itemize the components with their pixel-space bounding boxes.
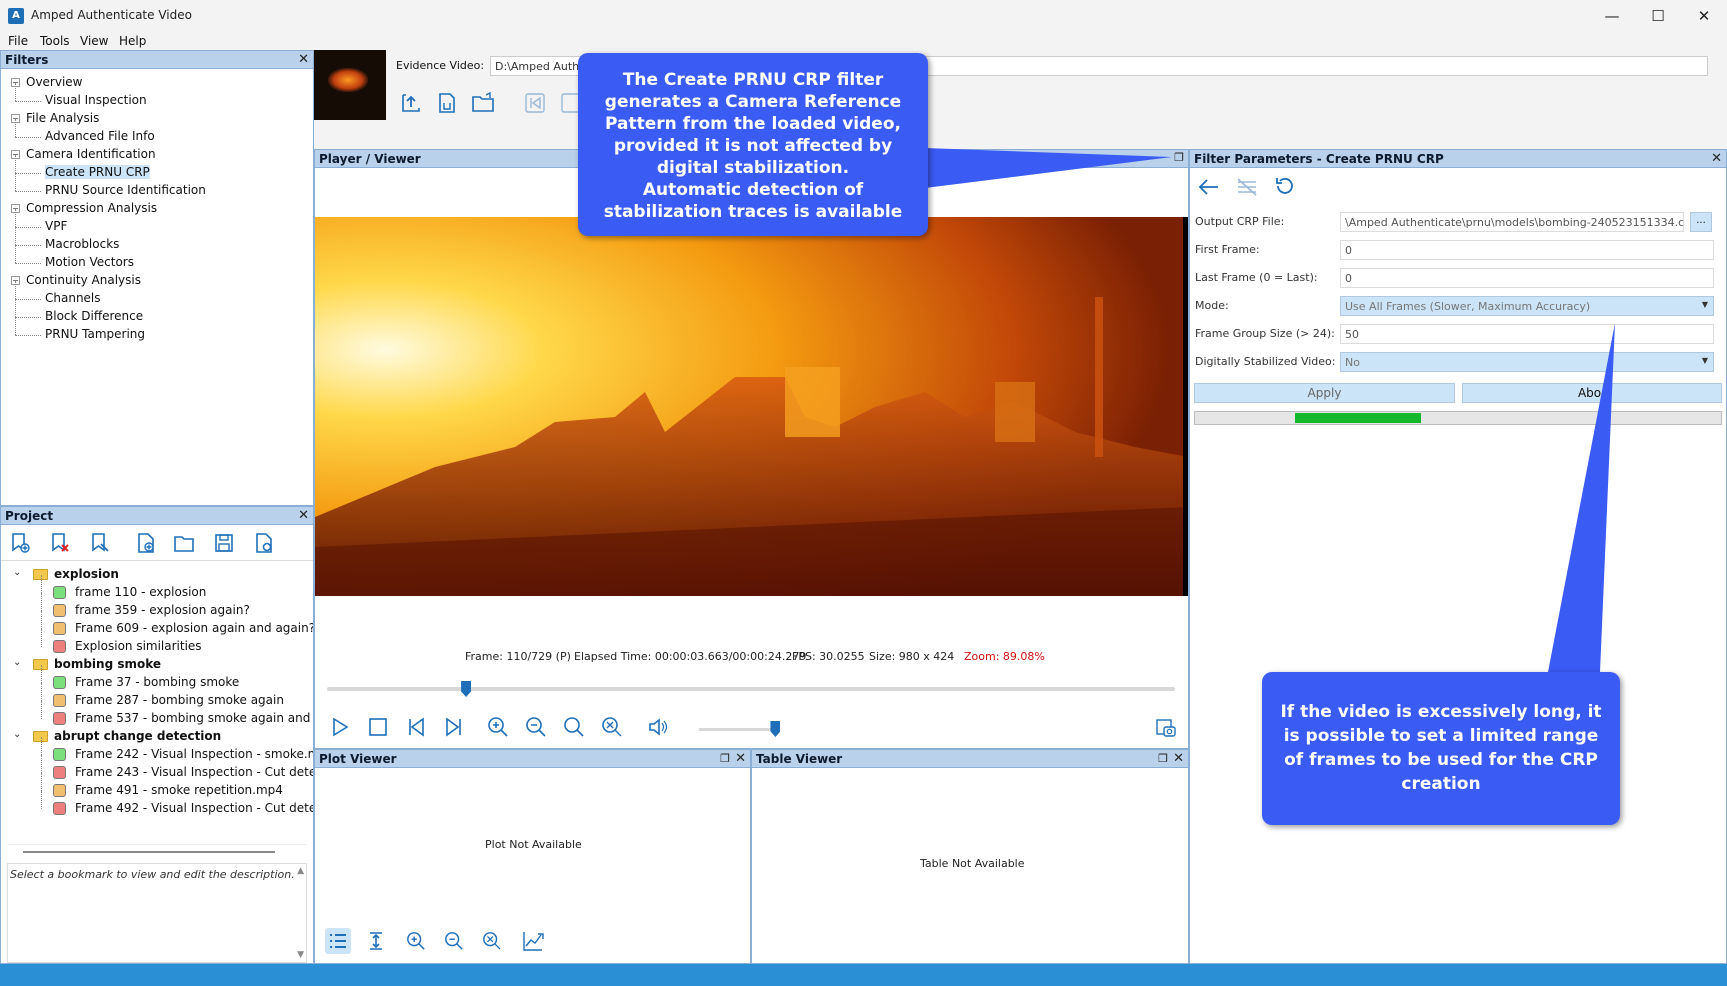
app-window: A Amped Authenticate Video — ☐ ✕ File To…	[0, 0, 1727, 986]
callout-create-prnu: The Create PRNU CRP filter generates a C…	[578, 53, 928, 236]
callout-frame-range: If the video is excessively long, it is …	[1262, 672, 1620, 825]
